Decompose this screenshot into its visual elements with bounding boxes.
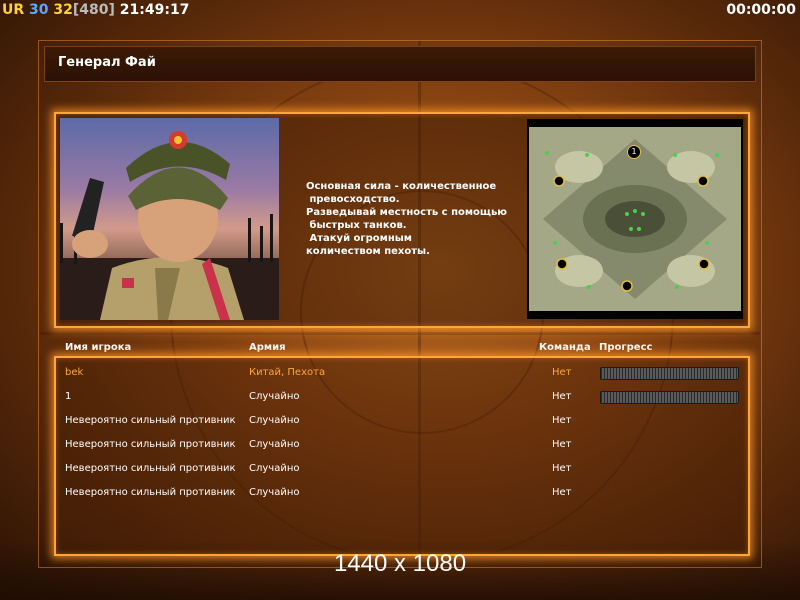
player-army: Случайно [249,391,300,402]
header-team: Команда [539,342,591,353]
description-line: превосходство. [306,194,400,205]
player-army: Случайно [249,487,300,498]
header-army: Армия [249,342,286,353]
description-line: быстрых танков. [306,220,407,231]
player-army: Случайно [249,415,300,426]
player-team: Нет [552,367,572,378]
description-line: Основная сила - количественное [306,181,497,192]
player-name: bek [65,367,84,378]
resolution-watermark: 1440 x 1080 [333,550,467,577]
portrait-image [60,131,279,320]
fps-overlay: UR 30 32[480] 21:49:17 [2,0,189,20]
player-name: Невероятно сильный противник [65,463,236,474]
player-name: Невероятно сильный противник [65,415,236,426]
frame-current: 32 [53,2,73,18]
map-preview: 1 [527,119,743,319]
general-description: Основная сила - количественное превосход… [306,180,516,258]
ur-label: UR [2,2,25,18]
frame-max: [480] [72,2,115,18]
general-portrait [60,118,279,320]
player-row: Невероятно сильный противник Случайно Не… [0,411,800,431]
player-row: Невероятно сильный противник Случайно Не… [0,435,800,455]
players-panel [54,356,750,556]
player-row: 1 Случайно Нет [0,387,800,407]
general-title: Генерал Фай [58,55,156,70]
player-team: Нет [552,439,572,450]
player-progress-bar [600,391,739,404]
description-line: Атакуй огромным [306,233,412,244]
game-timer: 00:00:00 [726,2,796,18]
player-army: Китай, Пехота [249,367,326,378]
player-team: Нет [552,391,572,402]
player-team: Нет [552,463,572,474]
player-row: Невероятно сильный противник Случайно Не… [0,483,800,503]
player-row: bek Китай, Пехота Нет [0,363,800,383]
start-position-marker: 1 [627,145,641,159]
player-army: Случайно [249,439,300,450]
player-row: Невероятно сильный противник Случайно Не… [0,459,800,479]
description-line: количеством пехоты. [306,246,430,257]
player-progress-bar [600,367,739,380]
player-name: Невероятно сильный противник [65,439,236,450]
player-name: 1 [65,391,72,402]
player-team: Нет [552,487,572,498]
player-name: Невероятно сильный противник [65,487,236,498]
header-progress: Прогресс [599,342,653,353]
description-line: Разведывай местность с помощью [306,207,508,218]
fps-value: 30 [29,2,49,18]
clock: 21:49:17 [119,2,190,18]
header-player-name: Имя игрока [65,342,132,353]
player-army: Случайно [249,463,300,474]
player-team: Нет [552,415,572,426]
